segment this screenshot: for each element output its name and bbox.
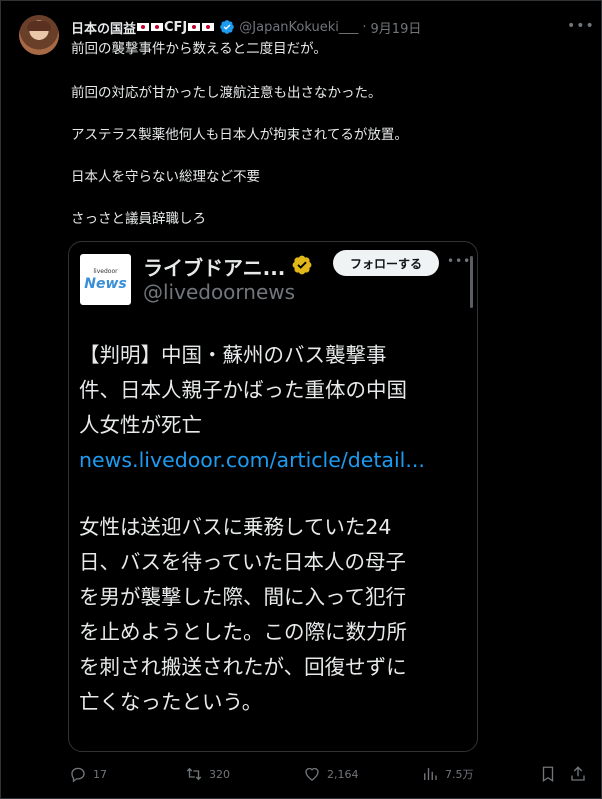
reply-icon bbox=[71, 767, 85, 783]
tweet-header: 日本の国益 CFJ @JapanKokueki___ · 9月19日 bbox=[71, 17, 421, 37]
share-button[interactable] bbox=[569, 765, 587, 783]
article-link[interactable]: news.livedoor.com/article/detail... bbox=[79, 443, 471, 478]
japan-flag-icon bbox=[188, 23, 201, 31]
japan-flag-icon bbox=[151, 23, 164, 31]
tweet-line: さっさと議員辞職しろ bbox=[71, 211, 206, 227]
livedoor-news-logo[interactable]: livedoor News bbox=[80, 254, 131, 305]
logo-top-text: livedoor bbox=[93, 268, 118, 275]
quoted-display-name[interactable]: ライブドアニ... bbox=[143, 252, 285, 281]
quoted-line: 件、日本人親子かばった重体の中国 bbox=[79, 378, 407, 402]
quoted-line: を刺され搬送されたが、回復せずに bbox=[79, 655, 407, 679]
display-name[interactable]: 日本の国益 bbox=[71, 18, 136, 37]
view-count: 7.5万 bbox=[445, 768, 474, 781]
like-button[interactable]: 2,164 bbox=[303, 765, 359, 783]
retweet-button[interactable]: 320 bbox=[185, 765, 230, 783]
like-count: 2,164 bbox=[327, 767, 359, 781]
quoted-handle[interactable]: @livedoornews bbox=[143, 280, 295, 304]
share-icon bbox=[571, 766, 585, 781]
quoted-line: 人女性が死亡 bbox=[79, 413, 202, 437]
action-bar: 17 320 2,164 7.5万 bbox=[1, 761, 602, 791]
views-button[interactable]: 7.5万 bbox=[421, 765, 474, 783]
tweet-line: 日本人を守らない総理など不要 bbox=[71, 169, 260, 185]
bookmark-button[interactable] bbox=[539, 765, 557, 783]
tweet-time[interactable]: 9月19日 bbox=[371, 18, 422, 37]
quoted-line: を男が襲撃した際、間に入って犯行 bbox=[79, 585, 406, 609]
quoted-line: 【判明】中国・蘇州のバス襲撃事 bbox=[79, 343, 387, 367]
quoted-tweet-card[interactable]: livedoor News ライブドアニ... @livedoornews フォ… bbox=[68, 241, 478, 752]
reply-button[interactable]: 17 bbox=[69, 765, 107, 783]
scrollbar[interactable] bbox=[470, 256, 473, 308]
quoted-tweet-text: 【判明】中国・蘇州のバス襲撃事 件、日本人親子かばった重体の中国 人女性が死亡 … bbox=[79, 338, 471, 478]
japan-flag-icon bbox=[137, 23, 150, 31]
tweet-container: 日本の国益 CFJ @JapanKokueki___ · 9月19日 ••• 前… bbox=[0, 0, 602, 799]
verified-badge-icon bbox=[292, 255, 312, 275]
tweet-line: 前回の襲撃事件から数えると二度目だが。 bbox=[71, 41, 327, 57]
follow-button[interactable]: フォローする bbox=[333, 250, 439, 276]
bookmark-icon bbox=[542, 766, 554, 783]
quoted-line: 日、バスを待っていた日本人の母子 bbox=[79, 550, 406, 574]
separator-dot: · bbox=[362, 19, 367, 35]
quoted-line: 亡くなったという。 bbox=[79, 690, 263, 714]
tweet-line: アステラス製薬他何人も日本人が拘束されてるが放置。 bbox=[71, 127, 408, 143]
more-icon[interactable]: ••• bbox=[447, 254, 471, 268]
avatar[interactable] bbox=[19, 15, 59, 55]
like-icon bbox=[305, 767, 319, 781]
display-name-suffix[interactable]: CFJ bbox=[164, 20, 187, 35]
tweet-line: 前回の対応が甘かったし渡航注意も出さなかった。 bbox=[71, 85, 382, 101]
logo-main-text: News bbox=[84, 276, 127, 292]
views-icon bbox=[424, 768, 437, 780]
verified-badge-icon bbox=[220, 20, 235, 34]
japan-flag-icon bbox=[202, 23, 215, 31]
user-handle[interactable]: @JapanKokueki___ bbox=[239, 20, 358, 35]
quoted-tweet-text-2: 女性は送迎バスに乗務していた24 日、バスを待っていた日本人の母子 を男が襲撃し… bbox=[79, 510, 471, 720]
more-icon[interactable]: ••• bbox=[567, 19, 594, 33]
quoted-line: を止めようとした。この際に数力所 bbox=[79, 620, 407, 644]
retweet-icon bbox=[186, 767, 202, 781]
retweet-count: 320 bbox=[209, 767, 230, 781]
reply-count: 17 bbox=[93, 767, 107, 781]
quoted-line: 女性は送迎バスに乗務していた24 bbox=[79, 515, 392, 539]
